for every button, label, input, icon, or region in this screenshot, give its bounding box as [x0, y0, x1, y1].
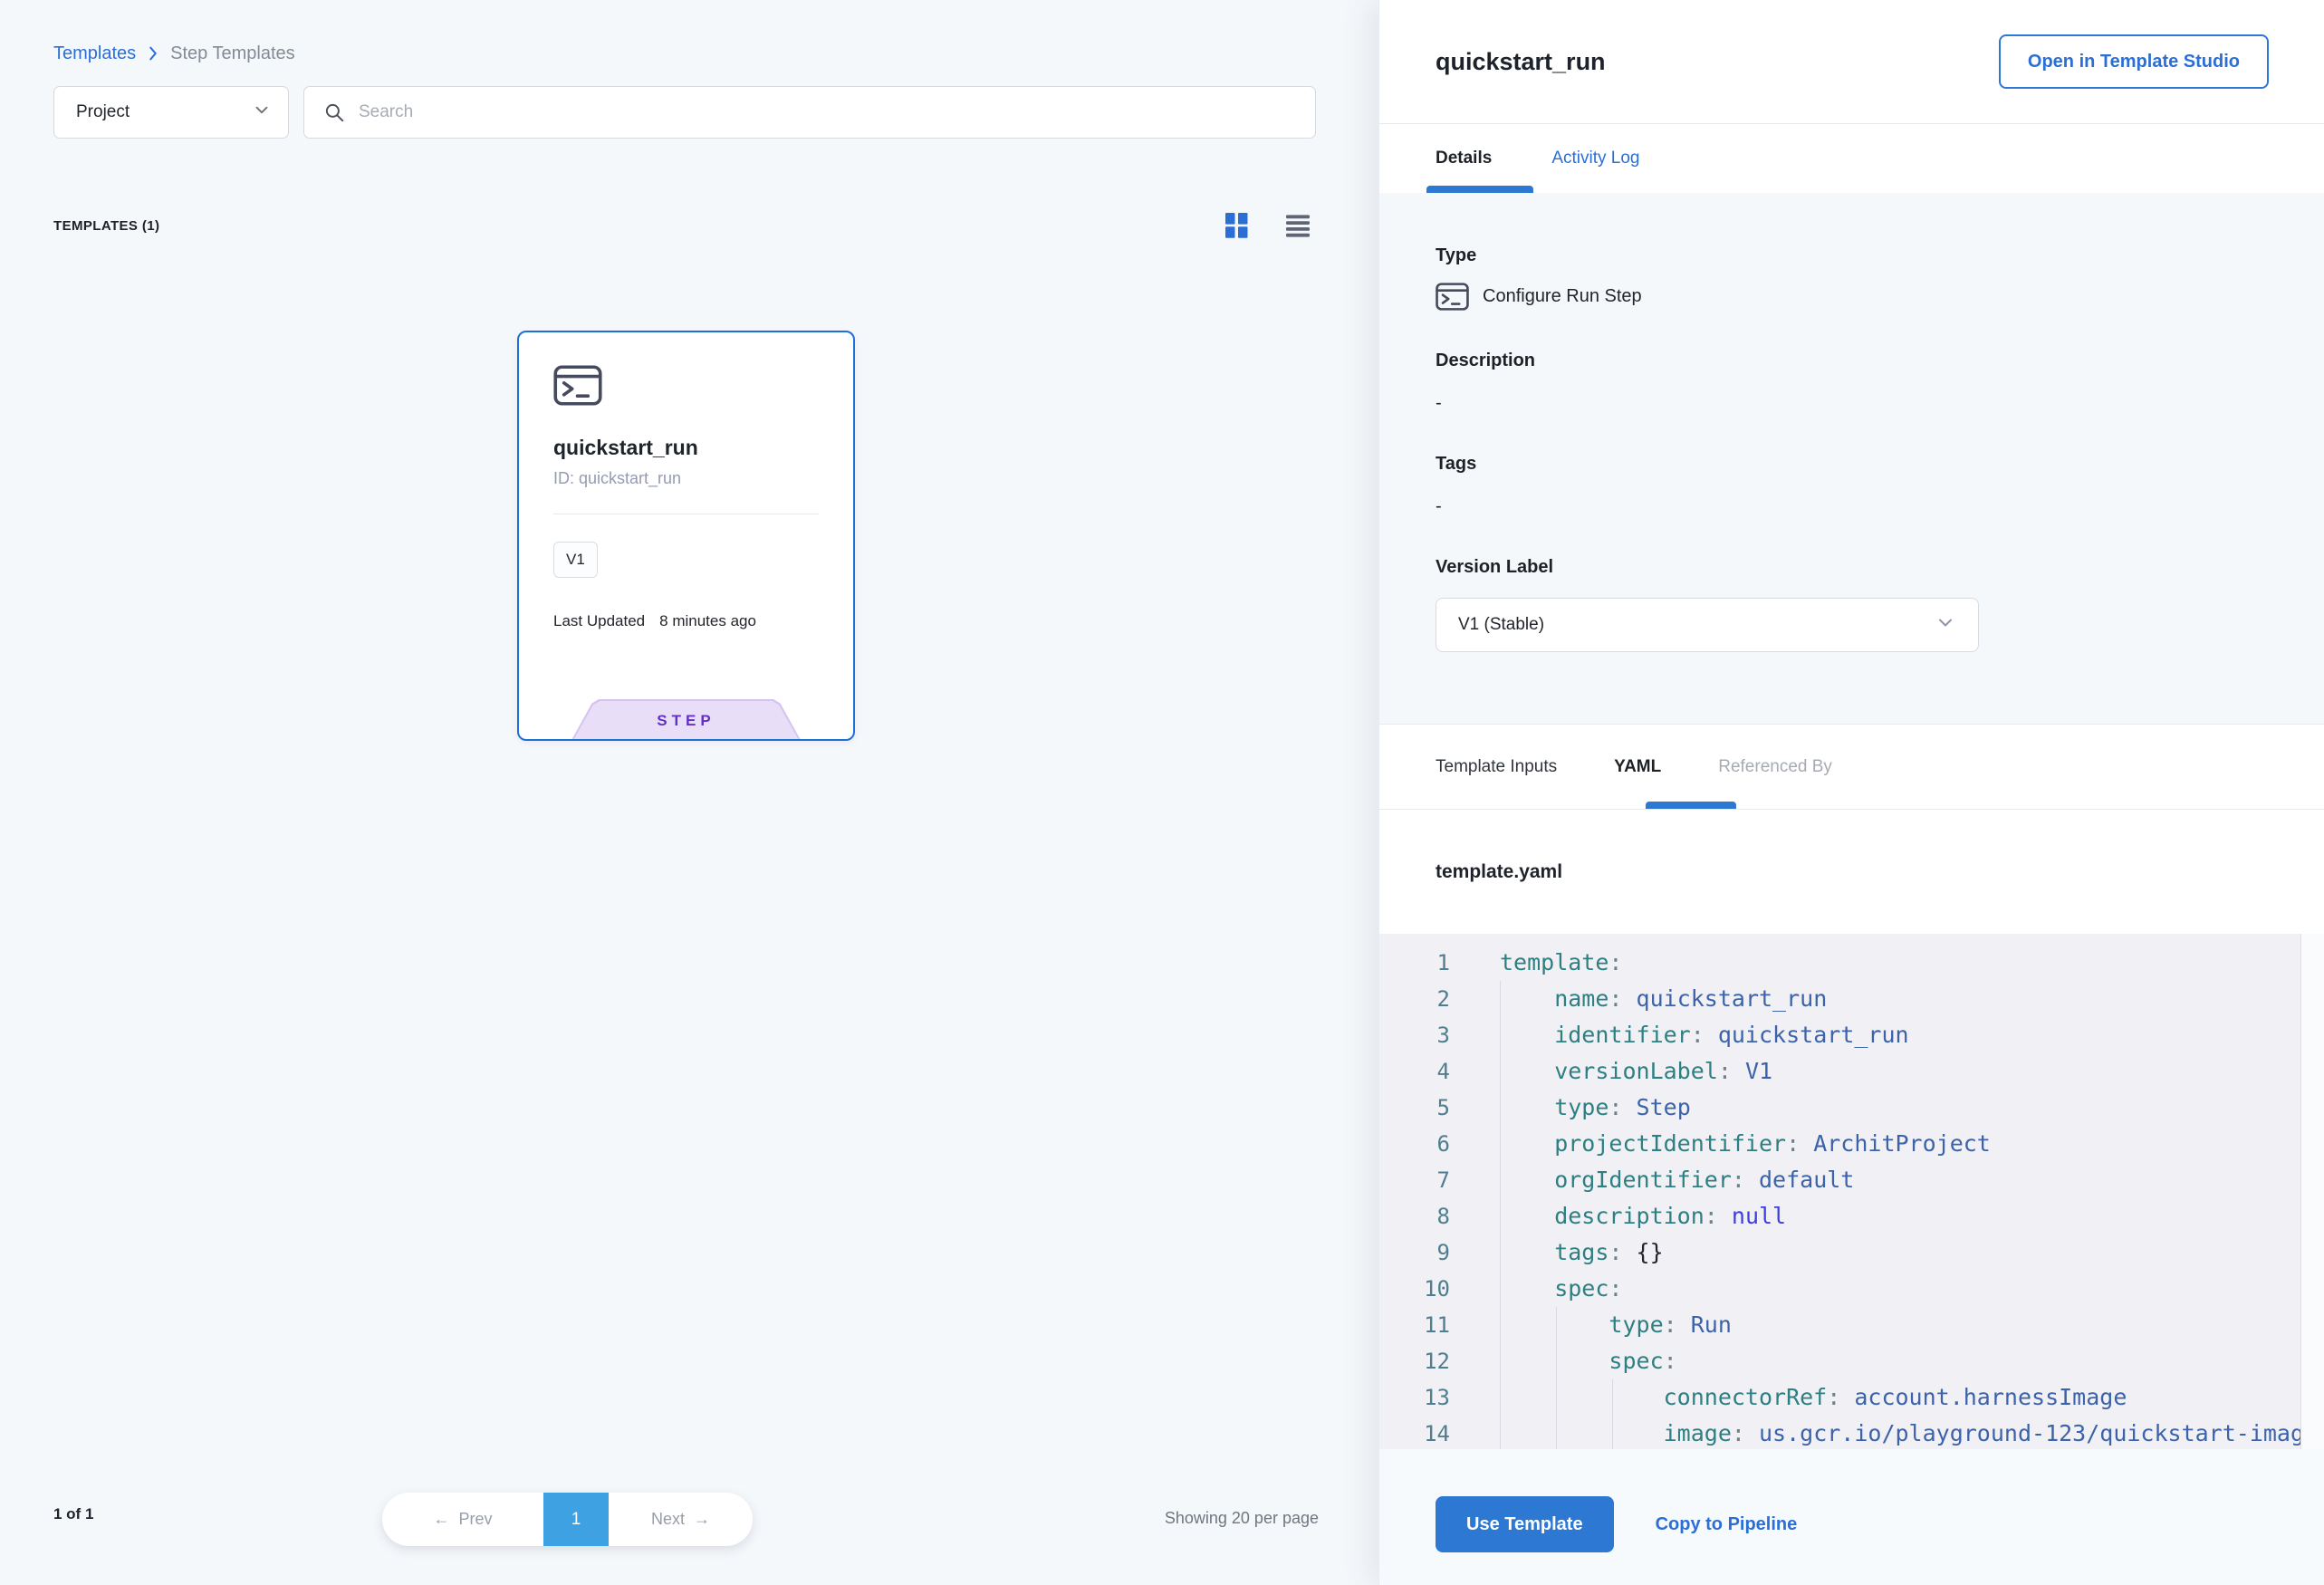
- editor-scrollbar[interactable]: [2300, 934, 2324, 1449]
- card-title: quickstart_run: [553, 436, 819, 460]
- search-input[interactable]: [359, 102, 1297, 122]
- description-label: Description: [1436, 351, 2268, 371]
- yaml-code-line: 14 image: us.gcr.io/playground-123/quick…: [1379, 1416, 2324, 1449]
- yaml-file-header: template.yaml: [1379, 810, 2324, 934]
- tab-referenced-by[interactable]: Referenced By: [1718, 757, 1832, 777]
- card-id: ID: quickstart_run: [553, 469, 819, 488]
- drawer-header: quickstart_run Open in Template Studio: [1379, 0, 2324, 124]
- search-icon: [322, 101, 346, 124]
- yaml-filename: template.yaml: [1436, 861, 1562, 883]
- version-label: Version Label: [1436, 557, 2268, 578]
- chevron-down-icon: [252, 100, 272, 125]
- last-updated-label: Last Updated: [553, 612, 645, 630]
- active-subtab-underline: [1646, 802, 1736, 809]
- next-label: Next: [651, 1510, 685, 1529]
- version-dropdown[interactable]: V1 (Stable): [1436, 598, 1979, 652]
- terminal-icon: [553, 365, 602, 406]
- yaml-code-lines: 1template:2 name: quickstart_run3 identi…: [1379, 945, 2324, 1449]
- tab-yaml[interactable]: YAML: [1614, 757, 1661, 777]
- grid-view-icon[interactable]: [1224, 212, 1249, 239]
- chevron-down-icon: [1935, 611, 1956, 639]
- details-tabs-row: Details Activity Log: [1379, 124, 2324, 193]
- step-type-badge: STEP: [571, 699, 802, 741]
- pagination-summary: 1 of 1: [53, 1505, 93, 1523]
- yaml-code-line: 5 type: Step: [1379, 1090, 2324, 1126]
- prev-page-button[interactable]: ← Prev: [382, 1493, 543, 1546]
- use-template-button[interactable]: Use Template: [1436, 1496, 1614, 1552]
- card-version-chip: V1: [553, 542, 598, 578]
- list-controls: Project: [53, 86, 1316, 139]
- yaml-code-line: 13 connectorRef: account.harnessImage: [1379, 1379, 2324, 1416]
- tab-activity-log[interactable]: Activity Log: [1551, 149, 1639, 168]
- description-value: -: [1436, 393, 2268, 414]
- drawer-title: quickstart_run: [1436, 48, 1606, 76]
- next-page-button[interactable]: Next →: [609, 1493, 753, 1546]
- templates-section-header: TEMPLATES (1): [53, 205, 1311, 246]
- terminal-icon: [1436, 283, 1469, 311]
- breadcrumb: Templates Step Templates: [53, 36, 295, 71]
- indent-guide: [1612, 1379, 1613, 1449]
- indent-guide: [1500, 981, 1501, 1449]
- breadcrumb-current: Step Templates: [170, 43, 295, 64]
- copy-to-pipeline-link[interactable]: Copy to Pipeline: [1656, 1514, 1798, 1535]
- scope-dropdown[interactable]: Project: [53, 86, 289, 139]
- yaml-code-line: 1template:: [1379, 945, 2324, 981]
- prev-arrow-icon: ←: [433, 1510, 449, 1529]
- yaml-code-line: 11 type: Run: [1379, 1307, 2324, 1343]
- next-arrow-icon: →: [694, 1510, 710, 1529]
- search-box: [303, 86, 1316, 139]
- active-tab-underline: [1426, 186, 1533, 193]
- yaml-tabs-row: Template Inputs YAML Referenced By: [1379, 725, 2324, 810]
- yaml-code-line: 9 tags: {}: [1379, 1234, 2324, 1271]
- yaml-code-line: 4 versionLabel: V1: [1379, 1053, 2324, 1090]
- page-1-button[interactable]: 1: [543, 1493, 609, 1546]
- card-last-updated: Last Updated 8 minutes ago: [553, 612, 819, 630]
- drawer-footer: Use Template Copy to Pipeline: [1379, 1449, 2324, 1585]
- breadcrumb-chevron-icon: [143, 43, 163, 63]
- open-in-template-studio-button[interactable]: Open in Template Studio: [1999, 34, 2269, 89]
- yaml-code-line: 10 spec:: [1379, 1271, 2324, 1307]
- yaml-code-line: 6 projectIdentifier: ArchitProject: [1379, 1126, 2324, 1162]
- per-page-label: Showing 20 per page: [1165, 1509, 1319, 1528]
- yaml-code-line: 2 name: quickstart_run: [1379, 981, 2324, 1017]
- breadcrumb-templates-link[interactable]: Templates: [53, 43, 136, 64]
- template-card[interactable]: quickstart_run ID: quickstart_run V1 Las…: [517, 331, 855, 741]
- yaml-code-editor[interactable]: 1template:2 name: quickstart_run3 identi…: [1379, 934, 2324, 1449]
- template-details-drawer: quickstart_run Open in Template Studio D…: [1378, 0, 2324, 1585]
- last-updated-value: 8 minutes ago: [659, 612, 756, 630]
- yaml-code-line: 12 spec:: [1379, 1343, 2324, 1379]
- yaml-code-line: 7 orgIdentifier: default: [1379, 1162, 2324, 1198]
- pager: ← Prev 1 Next →: [382, 1493, 753, 1546]
- templates-list-pane: Templates Step Templates Project TEMPLAT…: [0, 0, 1378, 1585]
- templates-count-label: TEMPLATES (1): [53, 218, 159, 234]
- type-value: Configure Run Step: [1483, 286, 1642, 307]
- tab-details[interactable]: Details: [1436, 149, 1492, 168]
- list-view-icon[interactable]: [1285, 214, 1311, 237]
- details-section: Type Configure Run Step Description - Ta…: [1379, 193, 2324, 725]
- yaml-code-line: 8 description: null: [1379, 1198, 2324, 1234]
- yaml-code-line: 3 identifier: quickstart_run: [1379, 1017, 2324, 1053]
- scope-dropdown-value: Project: [76, 102, 130, 122]
- prev-label: Prev: [458, 1510, 492, 1529]
- tags-value: -: [1436, 496, 2268, 517]
- tab-template-inputs[interactable]: Template Inputs: [1436, 757, 1557, 777]
- type-label: Type: [1436, 245, 2268, 266]
- indent-guide: [1556, 1307, 1557, 1449]
- tags-label: Tags: [1436, 454, 2268, 475]
- version-dropdown-value: V1 (Stable): [1458, 615, 1544, 635]
- step-type-badge-label: STEP: [573, 701, 800, 741]
